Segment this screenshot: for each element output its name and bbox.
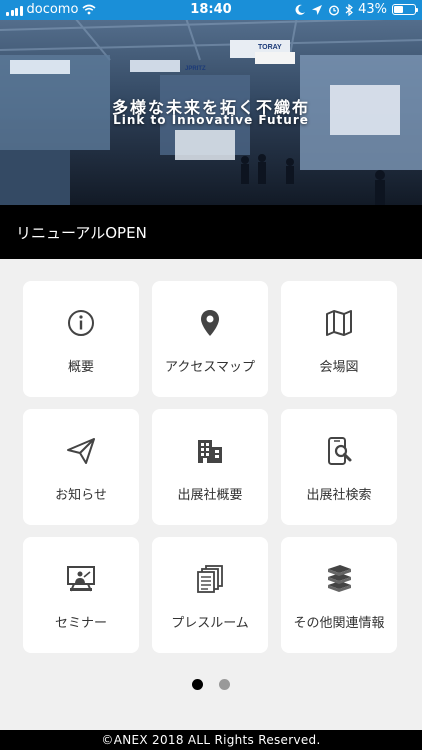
location-arrow-icon: [312, 4, 323, 15]
menu-label: 会場図: [319, 359, 359, 375]
menu-label: 出展社概要: [177, 487, 243, 503]
page-dot-1[interactable]: [192, 679, 203, 690]
menu-label: お知らせ: [55, 487, 107, 503]
bluetooth-icon: [345, 3, 354, 16]
menu-tile-related-info[interactable]: その他関連情報: [281, 537, 397, 653]
menu-tile-access-map[interactable]: アクセスマップ: [152, 281, 268, 397]
info-icon: [68, 309, 94, 336]
map-pin-icon: [201, 309, 219, 336]
documents-icon: [197, 564, 223, 593]
moon-icon: [295, 4, 306, 15]
menu-tile-news[interactable]: お知らせ: [23, 409, 139, 525]
alarm-icon: [329, 4, 340, 16]
page-dot-2[interactable]: [219, 679, 230, 690]
menu-grid: 概要 アクセスマップ 会場図 お知らせ 出展社概要 出展社検索 セミナー プレス…: [23, 281, 400, 653]
presentation-icon: [67, 565, 95, 591]
building-icon: [198, 439, 222, 463]
menu-tile-seminar[interactable]: セミナー: [23, 537, 139, 653]
battery-icon: [392, 4, 418, 15]
menu-label: 出展社検索: [306, 487, 372, 503]
status-bar: docomo 18:40 43%: [0, 0, 422, 20]
menu-tile-exhibitor-search[interactable]: 出展社検索: [281, 409, 397, 525]
menu-label: その他関連情報: [293, 615, 385, 631]
footer: ©ANEX 2018 ALL Rights Reserved.: [0, 730, 422, 750]
booth-sign-jpritz: JPRITZ: [185, 66, 206, 72]
battery-percent: 43%: [358, 2, 387, 17]
page-indicator: [0, 679, 422, 690]
menu-label: 概要: [67, 359, 94, 375]
hero-subtitle: Link to Innovative Future: [113, 113, 309, 127]
phone-search-icon: [328, 436, 352, 465]
copyright-text: ©ANEX 2018 ALL Rights Reserved.: [101, 733, 321, 747]
paper-plane-icon: [67, 437, 95, 464]
renewal-banner[interactable]: リニューアルOPEN: [0, 205, 422, 259]
menu-label: プレスルーム: [171, 615, 249, 631]
hero-image: TORAY JPRITZ 多様な未来を拓く不織布 Link to Innovat…: [0, 0, 422, 205]
menu-tile-venue-map[interactable]: 会場図: [281, 281, 397, 397]
folded-map-icon: [326, 309, 352, 336]
menu-tile-press-room[interactable]: プレスルーム: [152, 537, 268, 653]
banner-text: リニューアルOPEN: [16, 223, 147, 242]
booth-sign-toray: TORAY: [258, 44, 282, 51]
menu-tile-exhibitor-overview[interactable]: 出展社概要: [152, 409, 268, 525]
menu-label: セミナー: [54, 615, 107, 631]
books-icon: [328, 564, 351, 592]
menu-tile-overview[interactable]: 概要: [23, 281, 139, 397]
menu-label: アクセスマップ: [165, 359, 255, 375]
status-right: 43%: [295, 2, 418, 17]
